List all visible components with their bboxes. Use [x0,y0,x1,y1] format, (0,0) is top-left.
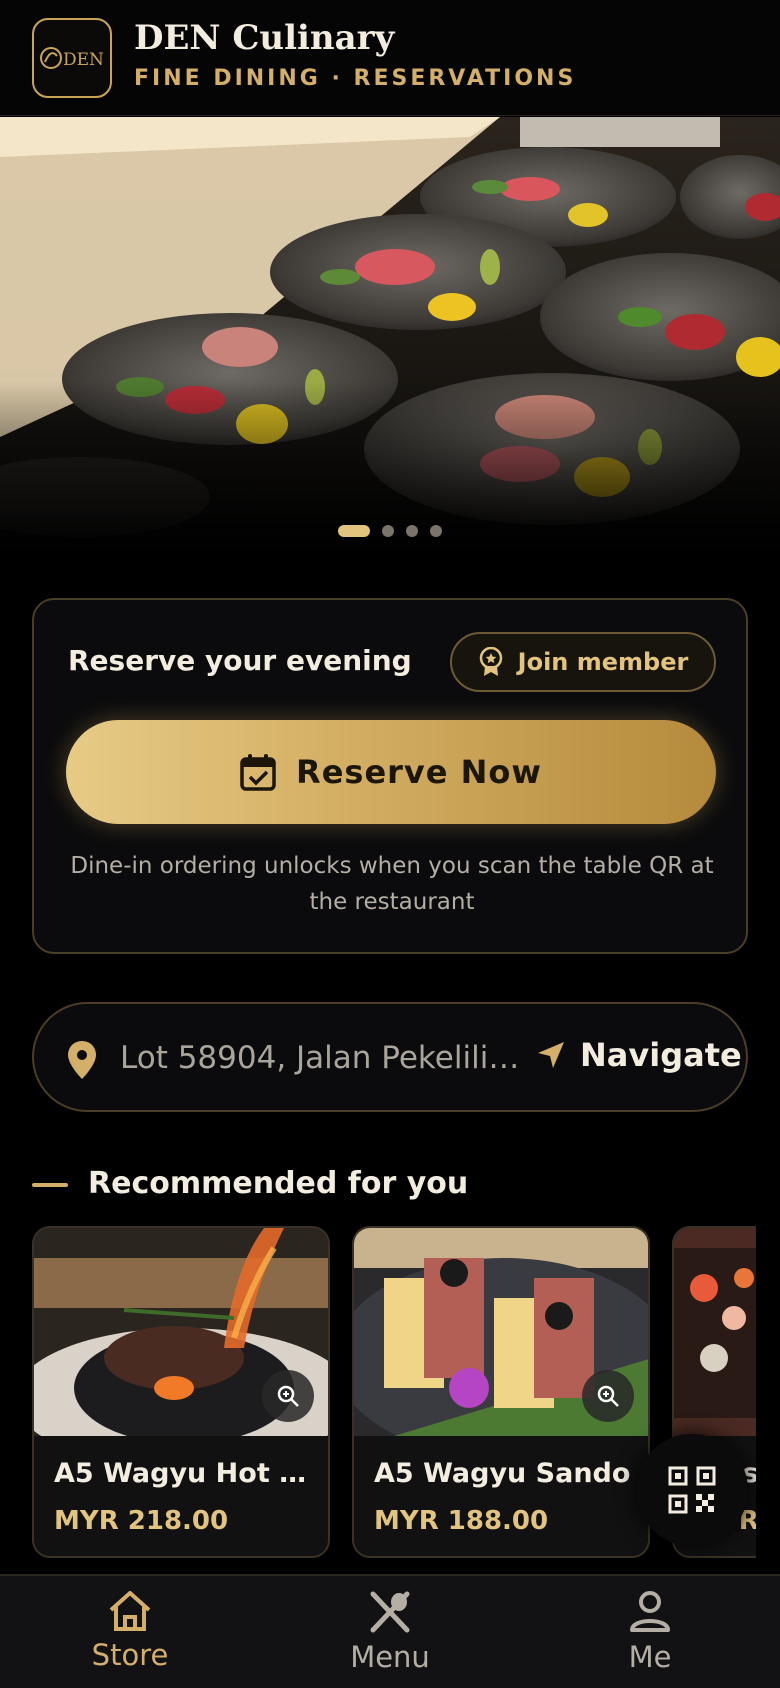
navigate-label: Navigate [580,1036,742,1074]
app-header: DEN DEN Culinary FINE DINING · RESERVATI… [0,0,780,116]
location-pin-icon [68,1041,96,1079]
nav-store-label: Store [91,1638,169,1672]
product-card[interactable]: A5 Wagyu Hot Stone MYR 218.00 [32,1226,330,1558]
reserve-now-button[interactable]: Reserve Now [66,720,716,824]
address-text[interactable]: Lot 58904, Jalan Pekeliling [120,1040,520,1076]
brand-logo[interactable]: DEN [32,18,112,98]
qr-code-icon [668,1466,716,1514]
carousel-dot[interactable] [338,525,370,537]
app-title: DEN Culinary [134,18,395,58]
zoom-button[interactable] [262,1370,314,1422]
home-icon [109,1591,151,1631]
navigation-arrow-icon [538,1042,564,1068]
den-logo-icon: DEN [40,47,104,70]
reserve-title: Reserve your evening [68,644,412,677]
nav-menu[interactable]: Menu [300,1590,480,1674]
bottom-nav: Store Menu Me [0,1574,780,1688]
carousel-dot[interactable] [430,525,442,537]
product-price: MYR 188.00 [374,1506,549,1536]
recommended-title: Recommended for you [88,1166,469,1201]
member-badge-icon [479,647,502,676]
calendar-check-icon [240,754,276,791]
dine-in-note: Dine-in ordering unlocks when you scan t… [70,853,714,915]
address-bar: Lot 58904, Jalan Pekeliling Navigate [32,1002,748,1112]
carousel-dot[interactable] [382,525,394,537]
nav-menu-label: Menu [350,1640,430,1674]
nav-me[interactable]: Me [560,1590,740,1674]
product-card[interactable]: A5 Wagyu Sando MYR 188.00 [352,1226,650,1558]
scan-qr-button[interactable] [636,1434,748,1546]
navigate-button[interactable]: Navigate [536,1036,742,1074]
reserve-card: Reserve your evening Join member Reserve… [32,598,748,954]
zoom-button[interactable] [582,1370,634,1422]
nav-me-label: Me [628,1640,672,1674]
join-member-label: Join member [517,648,689,676]
zoom-in-icon [277,1385,299,1407]
user-icon [630,1591,670,1632]
product-name: A5 Wagyu Hot Stone [54,1458,314,1489]
svg-text:DEN: DEN [63,50,104,70]
hero-image [0,117,780,557]
app-subtitle: FINE DINING · RESERVATIONS [134,66,577,91]
reserve-now-label: Reserve Now [296,753,542,791]
product-image [674,1228,756,1436]
product-price: MYR 218.00 [54,1506,229,1536]
product-name: A5 Wagyu Sando [374,1458,631,1489]
join-member-button[interactable]: Join member [450,632,716,692]
zoom-in-icon [597,1385,619,1407]
utensils-icon [370,1591,410,1633]
hero-carousel[interactable] [0,117,780,557]
nav-store[interactable]: Store [40,1590,220,1672]
carousel-dots [0,525,780,537]
carousel-dot[interactable] [406,525,418,537]
section-divider [32,1183,68,1187]
